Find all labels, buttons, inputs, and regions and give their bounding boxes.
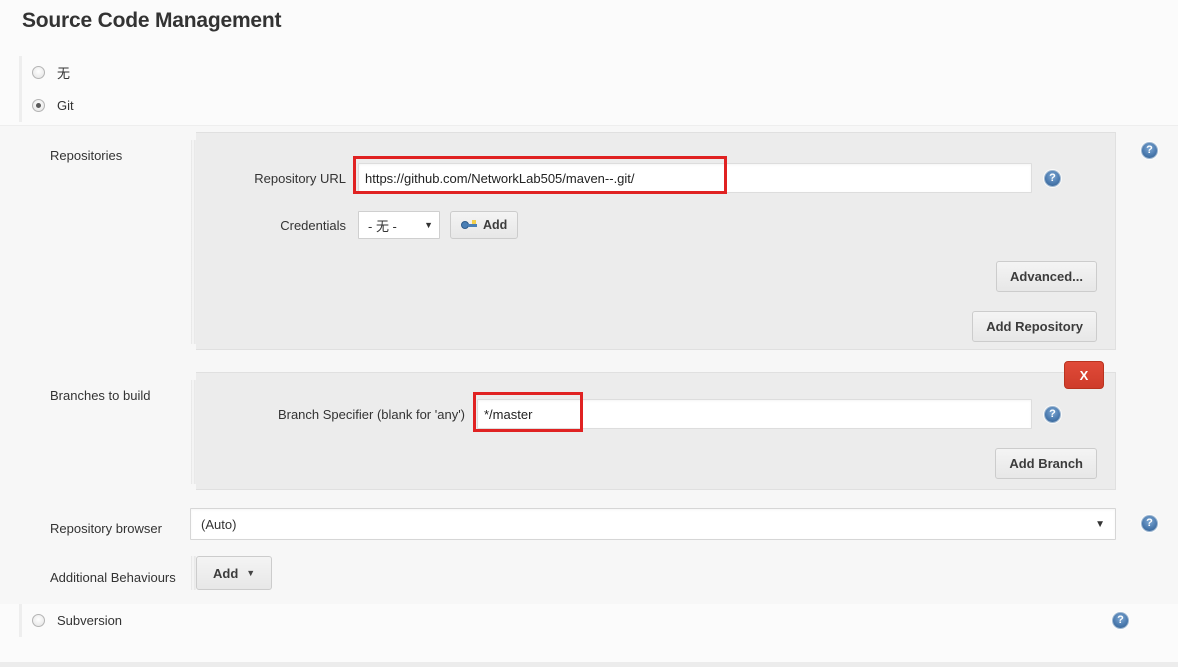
- scm-option-subversion-block: Subversion ?: [19, 604, 1178, 637]
- add-behaviour-label: Add: [213, 565, 239, 581]
- advanced-row: Advanced...: [196, 239, 1115, 292]
- repository-browser-label: Repository browser: [50, 521, 162, 536]
- radio-subversion[interactable]: [32, 614, 45, 627]
- branch-specifier-row: Branch Specifier (blank for 'any') ?: [196, 373, 1115, 429]
- credentials-selected-value: - 无 -: [368, 218, 397, 234]
- additional-behaviours-label: Additional Behaviours: [50, 570, 176, 585]
- scm-option-git[interactable]: Git: [32, 89, 1178, 122]
- radio-none[interactable]: [32, 66, 45, 79]
- advanced-button[interactable]: Advanced...: [996, 261, 1097, 292]
- branch-specifier-input[interactable]: [477, 399, 1032, 429]
- add-branch-row: Add Branch: [196, 429, 1115, 479]
- scm-option-subversion[interactable]: Subversion ?: [32, 604, 1178, 637]
- scm-options-group: 无 Git: [19, 56, 1178, 122]
- key-icon: [461, 219, 477, 231]
- add-behaviour-button[interactable]: Add ▼: [196, 556, 273, 590]
- git-config-area: Repositories Repository URL ? Credential…: [0, 125, 1178, 604]
- branch-specifier-label: Branch Specifier (blank for 'any'): [277, 406, 465, 422]
- chevron-down-icon: ▼: [1095, 518, 1105, 530]
- repository-url-row: Repository URL ?: [196, 133, 1115, 193]
- add-branch-button[interactable]: Add Branch: [995, 448, 1097, 479]
- scm-option-none-label: 无: [57, 66, 71, 81]
- repositories-label: Repositories: [50, 148, 123, 163]
- page-title: Source Code Management: [22, 9, 282, 32]
- repository-url-input[interactable]: [358, 163, 1032, 193]
- repository-browser-selected-value: (Auto): [201, 516, 237, 532]
- repositories-panel: Repository URL ? Credentials - 无 - ▼: [196, 132, 1116, 350]
- radio-git[interactable]: [32, 99, 45, 112]
- add-repository-button[interactable]: Add Repository: [972, 311, 1097, 342]
- repositories-row: Repositories Repository URL ? Credential…: [0, 126, 1178, 350]
- add-credentials-label: Add: [483, 218, 508, 232]
- branches-panel: Branch Specifier (blank for 'any') ? Add…: [196, 372, 1116, 490]
- scm-option-none[interactable]: 无: [32, 56, 1178, 89]
- chevron-down-icon: ▼: [424, 219, 433, 230]
- repository-browser-select[interactable]: (Auto) ▼: [190, 508, 1116, 540]
- delete-branch-button[interactable]: X: [1064, 361, 1104, 389]
- add-repository-row: Add Repository: [196, 292, 1115, 342]
- repositories-panel-wrap: Repository URL ? Credentials - 无 - ▼: [190, 132, 1116, 350]
- bottom-divider: [0, 662, 1178, 667]
- branches-label: Branches to build: [50, 388, 151, 403]
- credentials-select[interactable]: - 无 - ▼: [358, 211, 440, 239]
- scm-option-subversion-label: Subversion: [57, 613, 123, 628]
- repositories-help-icon[interactable]: ?: [1141, 142, 1158, 159]
- repository-browser-help-icon[interactable]: ?: [1141, 515, 1158, 532]
- credentials-label: Credentials: [280, 217, 346, 233]
- branch-specifier-help-icon[interactable]: ?: [1044, 405, 1061, 423]
- chevron-down-icon: ▼: [246, 568, 256, 578]
- add-credentials-button[interactable]: Add: [450, 211, 519, 239]
- scm-option-git-label: Git: [57, 98, 74, 113]
- repository-url-help-icon[interactable]: ?: [1044, 169, 1061, 187]
- branches-panel-wrap: Branch Specifier (blank for 'any') ? Add…: [190, 372, 1116, 490]
- subversion-help-icon[interactable]: ?: [1112, 612, 1129, 629]
- credentials-row: Credentials - 无 - ▼ Add: [196, 193, 1115, 239]
- repository-browser-row: Repository browser (Auto) ▼ ?: [0, 490, 1178, 540]
- additional-behaviours-row: Additional Behaviours Add ▼: [0, 540, 1178, 600]
- repository-url-label: Repository URL: [254, 170, 346, 186]
- branches-row: Branches to build Branch Specifier (blan…: [0, 350, 1178, 490]
